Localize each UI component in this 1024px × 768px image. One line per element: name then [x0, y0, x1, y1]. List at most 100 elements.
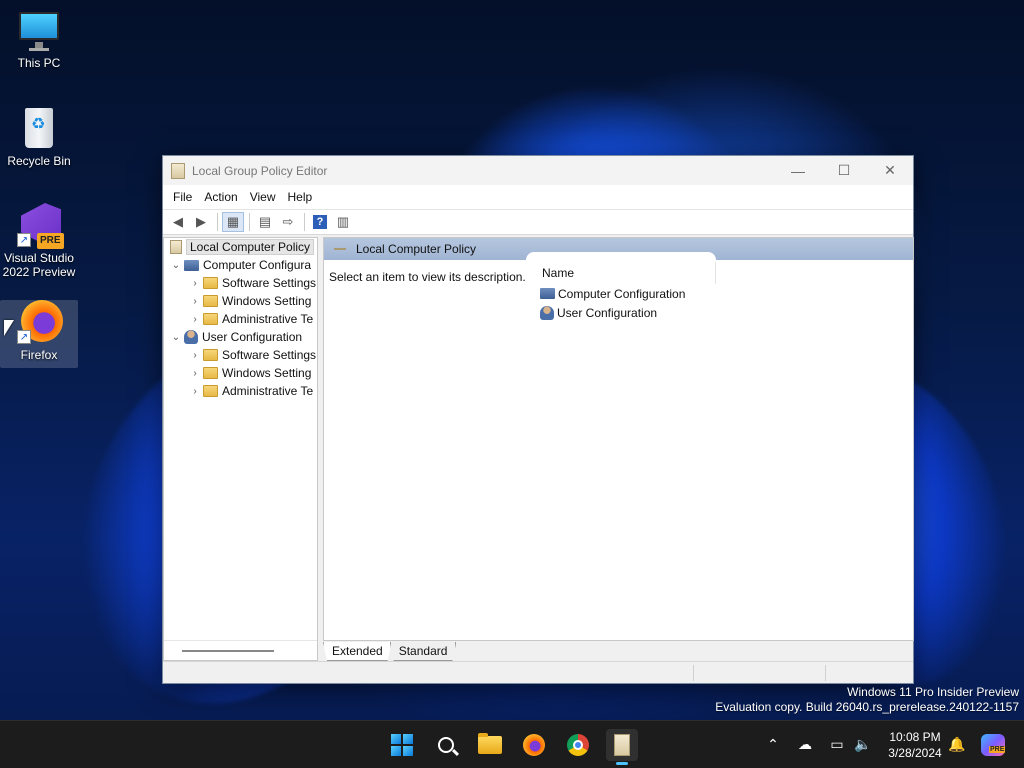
tab-extended[interactable]: Extended	[323, 642, 392, 661]
tree-item-local-computer-policy[interactable]: Local Computer Policy	[164, 238, 317, 256]
desktop-icon-label: Firefox	[20, 348, 58, 362]
tree-item-label: Software Settings	[222, 276, 317, 290]
tree-item-label: Computer Configura	[203, 258, 312, 272]
menu-file[interactable]: File	[167, 190, 198, 204]
start-button[interactable]	[386, 729, 418, 761]
list-header: Name	[540, 262, 913, 284]
desktop-icon-visual-studio[interactable]: PRE ↗ Visual Studio 2022 Preview	[0, 203, 78, 279]
windows-watermark: Windows 11 Pro Insider Preview Evaluatio…	[715, 685, 1019, 715]
start-icon	[391, 734, 413, 756]
policy-icon	[334, 248, 346, 250]
tree-item-software-settings[interactable]: › Software Settings	[164, 346, 317, 364]
tree-pane: Local Computer Policy ⌄ Computer Configu…	[163, 237, 318, 661]
export-list-icon[interactable]: ⇨	[277, 212, 299, 232]
toolbar-separator	[249, 213, 250, 231]
close-button[interactable]: ✕	[867, 156, 913, 185]
tree-item-label: Windows Setting	[222, 294, 312, 308]
firefox-icon	[523, 734, 545, 756]
tree-item-windows-settings[interactable]: › Windows Setting	[164, 292, 317, 310]
computer-icon	[540, 288, 555, 299]
recycle-bin-icon	[17, 106, 61, 150]
chevron-up-icon[interactable]: ⌃	[762, 721, 784, 768]
column-header-name[interactable]: Name	[540, 262, 716, 284]
scrollbar-thumb[interactable]	[182, 650, 274, 652]
search-button[interactable]	[430, 729, 462, 761]
notification-icon[interactable]: 🔔	[946, 721, 968, 768]
properties-icon[interactable]: ▤	[254, 212, 276, 232]
list-item-computer-configuration[interactable]: Computer Configuration	[540, 284, 913, 303]
tree-item-computer-configuration[interactable]: ⌄ Computer Configura	[164, 256, 317, 274]
search-icon	[438, 737, 454, 753]
list-item-label: Computer Configuration	[558, 286, 686, 301]
tree-item-label: Local Computer Policy	[186, 239, 315, 255]
tree-item-user-configuration[interactable]: ⌄ User Configuration	[164, 328, 317, 346]
clock-date: 3/28/2024	[888, 746, 942, 760]
window-title: Local Group Policy Editor	[192, 163, 328, 178]
horizontal-scrollbar[interactable]	[164, 640, 317, 660]
status-bar	[163, 661, 913, 683]
tab-standard[interactable]: Standard	[389, 642, 457, 661]
view-tabs: Extended Standard	[323, 642, 457, 662]
back-icon[interactable]: ◀	[167, 212, 189, 232]
chevron-right-icon[interactable]: ›	[189, 368, 201, 379]
tree-item-administrative-templates[interactable]: › Administrative Te	[164, 382, 317, 400]
status-divider	[693, 665, 694, 681]
group-policy-icon	[171, 162, 185, 179]
forward-icon[interactable]: ▶	[190, 212, 212, 232]
menu-help[interactable]: Help	[282, 190, 319, 204]
title-bar[interactable]: Local Group Policy Editor — ☐ ✕	[163, 156, 913, 185]
chevron-down-icon[interactable]: ⌄	[170, 260, 182, 271]
show-hide-tree-icon[interactable]: ▦	[222, 212, 244, 232]
folder-icon	[203, 313, 218, 325]
chrome-icon	[567, 734, 589, 756]
item-list: Name Computer Configuration User Configu…	[540, 262, 913, 322]
chevron-down-icon[interactable]: ⌄	[170, 332, 182, 343]
list-item-user-configuration[interactable]: User Configuration	[540, 303, 913, 322]
monitor-icon	[17, 8, 61, 52]
user-icon	[540, 305, 554, 320]
tree-item-software-settings[interactable]: › Software Settings	[164, 274, 317, 292]
show-hide-action-pane-icon[interactable]: ▥	[332, 212, 354, 232]
running-indicator	[616, 762, 628, 765]
shortcut-arrow-icon: ↗	[17, 233, 31, 247]
chrome-taskbar-button[interactable]	[562, 729, 594, 761]
desktop-icon-this-pc[interactable]: This PC	[0, 8, 78, 70]
list-item-label: User Configuration	[557, 305, 658, 320]
desktop-icon-label: Recycle Bin	[7, 154, 71, 168]
group-policy-taskbar-button[interactable]	[606, 729, 638, 765]
folder-icon	[203, 349, 218, 361]
toolbar: ◀ ▶ ▦ ▤ ⇨ ? ▥	[163, 209, 913, 235]
desktop-icon-recycle-bin[interactable]: Recycle Bin	[0, 106, 78, 168]
group-policy-editor-window: Local Group Policy Editor — ☐ ✕ File Act…	[162, 155, 914, 684]
policy-icon	[170, 240, 182, 254]
tree-item-windows-settings[interactable]: › Windows Setting	[164, 364, 317, 382]
chevron-right-icon[interactable]: ›	[189, 386, 201, 397]
desktop-icon-label: This PC	[17, 56, 61, 70]
mouse-cursor-icon	[4, 320, 14, 336]
menu-view[interactable]: View	[244, 190, 282, 204]
help-icon[interactable]: ?	[309, 212, 331, 232]
copilot-button[interactable]: PRE	[980, 721, 1006, 768]
onedrive-icon[interactable]: ☁	[794, 721, 816, 768]
watermark-line-1: Windows 11 Pro Insider Preview	[847, 685, 1019, 699]
watermark-line-2: Evaluation copy. Build 26040.rs_prerelea…	[715, 700, 1019, 714]
chevron-right-icon[interactable]: ›	[189, 278, 201, 289]
shortcut-arrow-icon: ↗	[17, 330, 31, 344]
tree-item-administrative-templates[interactable]: › Administrative Te	[164, 310, 317, 328]
tree-item-label: User Configuration	[202, 330, 303, 344]
minimize-button[interactable]: —	[775, 156, 821, 185]
tree-item-label: Administrative Te	[222, 312, 314, 326]
clock[interactable]: 10:08 PM 3/28/2024	[878, 729, 952, 761]
file-explorer-button[interactable]	[474, 729, 506, 761]
network-icon[interactable]: ▭	[826, 721, 848, 768]
description-text: Select an item to view its description.	[329, 270, 526, 284]
taskbar: ⌃ ☁ ▭ 🔈 10:08 PM 3/28/2024 🔔 PRE	[0, 720, 1024, 768]
maximize-button[interactable]: ☐	[821, 156, 867, 185]
chevron-right-icon[interactable]: ›	[189, 296, 201, 307]
firefox-taskbar-button[interactable]	[518, 729, 550, 761]
chevron-right-icon[interactable]: ›	[189, 314, 201, 325]
tree-item-label: Windows Setting	[222, 366, 312, 380]
volume-icon[interactable]: 🔈	[852, 721, 874, 768]
chevron-right-icon[interactable]: ›	[189, 350, 201, 361]
menu-action[interactable]: Action	[198, 190, 243, 204]
